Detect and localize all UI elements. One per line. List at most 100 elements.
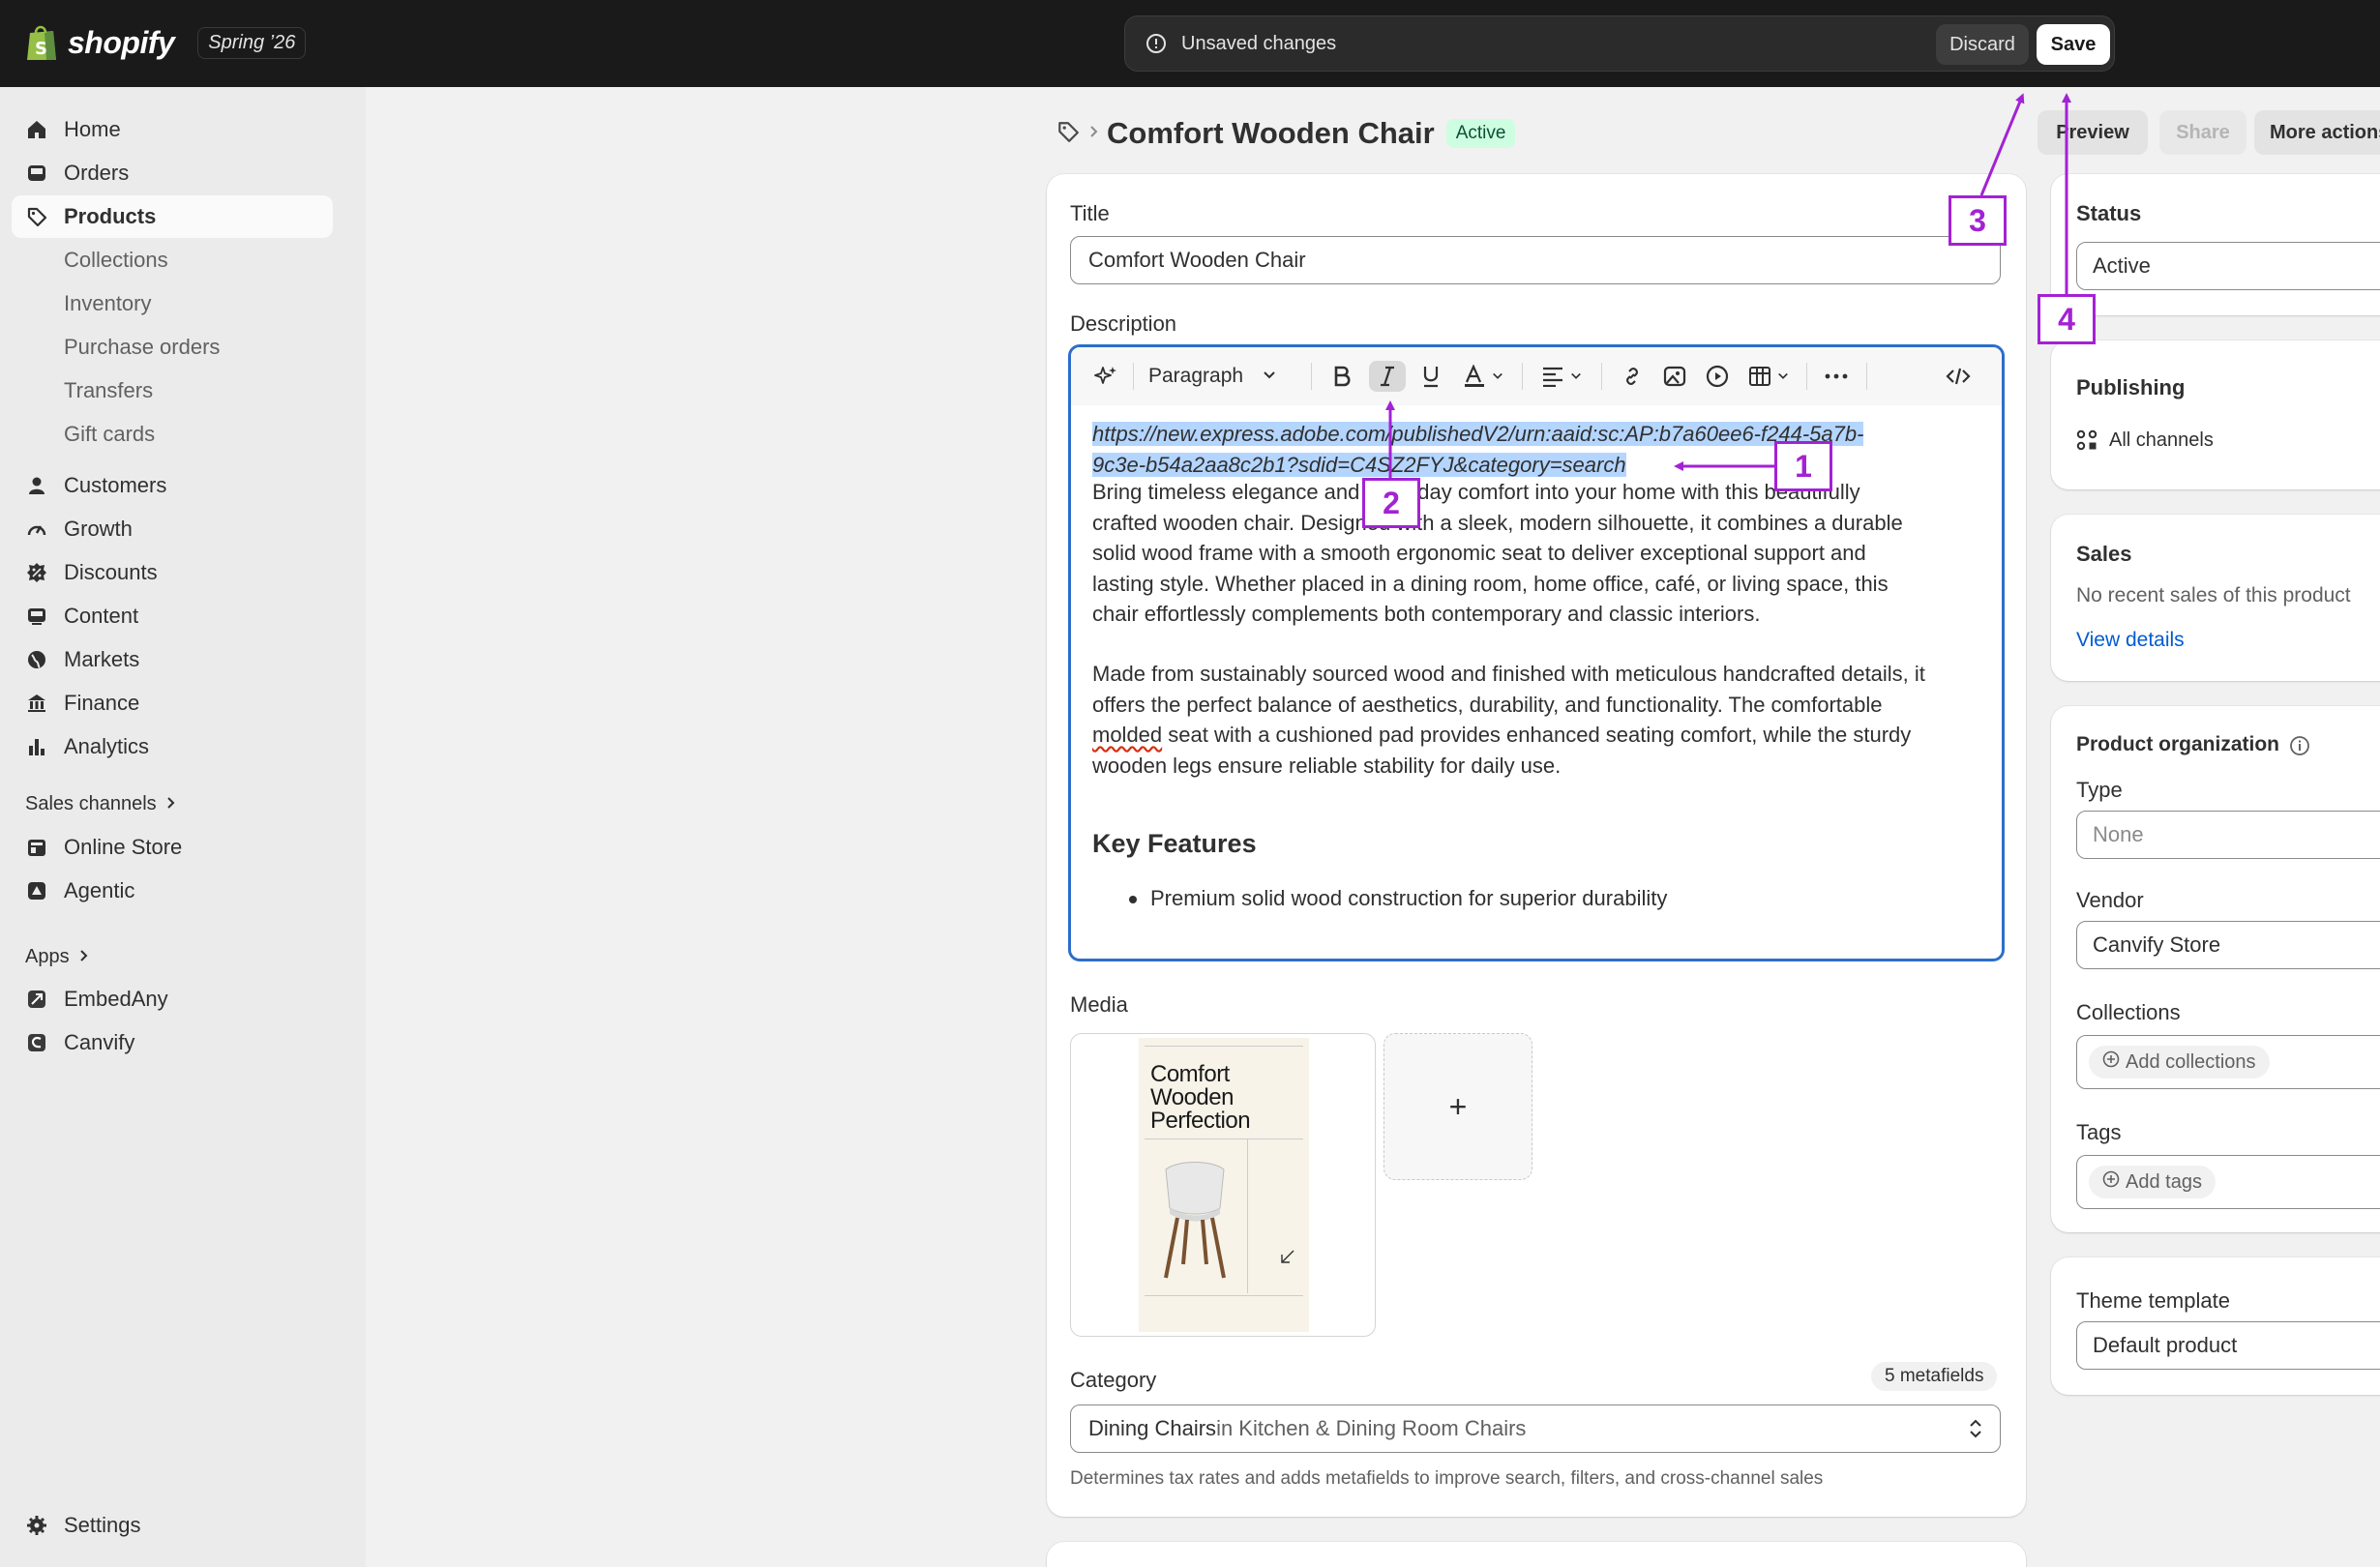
paragraph-label: Paragraph — [1148, 365, 1244, 387]
type-input[interactable]: None — [2076, 811, 2380, 859]
select-arrows-icon — [1969, 1418, 1982, 1445]
sidebar: Home Orders Products Collections Invento… — [0, 87, 366, 1567]
all-channels-text[interactable]: All channels — [2109, 429, 2214, 452]
collections-input[interactable]: Add collections — [2076, 1035, 2380, 1089]
sidebar-item-label: Customers — [64, 473, 167, 497]
svg-text:S: S — [35, 39, 47, 59]
text-color-dropdown[interactable] — [1458, 361, 1508, 392]
selected-link-text[interactable]: https://new.express.adobe.com/publishedV… — [1092, 419, 1982, 480]
bullet-text: Premium solid wood construction for supe… — [1150, 886, 1668, 910]
link-line-1[interactable]: https://new.express.adobe.com/publishedV… — [1092, 422, 1864, 446]
sidebar-item-purchase-orders[interactable]: Purchase orders — [12, 326, 333, 369]
category-value: Dining Chairs — [1088, 1416, 1217, 1440]
sidebar-item-label: Markets — [64, 647, 140, 671]
sidebar-item-label: Finance — [64, 691, 140, 715]
code-view-icon[interactable] — [1942, 361, 1975, 392]
underline-icon[interactable] — [1415, 361, 1446, 392]
more-horizontal-icon[interactable] — [1820, 361, 1853, 392]
sidebar-item-orders[interactable]: Orders — [12, 152, 333, 194]
add-collections-chip[interactable]: Add collections — [2089, 1046, 2270, 1079]
product-tag-icon[interactable] — [1056, 120, 1080, 148]
save-button[interactable]: Save — [2037, 24, 2110, 65]
tags-label: Tags — [2076, 1120, 2122, 1144]
editor-toolbar: Paragraph — [1071, 347, 2002, 405]
magic-sparkle-icon[interactable] — [1090, 361, 1121, 392]
sidebar-item-finance[interactable]: Finance — [12, 682, 333, 724]
shopify-bag-icon: S — [25, 23, 58, 62]
sidebar-item-settings[interactable]: Settings — [12, 1504, 333, 1547]
key-features-heading: Key Features — [1092, 829, 1257, 858]
sidebar-item-gift-cards[interactable]: Gift cards — [12, 413, 333, 456]
poster-title: Perfection — [1150, 1108, 1251, 1134]
sidebar-item-content[interactable]: Content — [12, 595, 333, 637]
table-dropdown[interactable] — [1742, 361, 1795, 392]
sidebar-item-embedany[interactable]: EmbedAny — [12, 978, 333, 1020]
sidebar-item-transfers[interactable]: Transfers — [12, 370, 333, 412]
add-media-button[interactable]: + — [1383, 1033, 1532, 1180]
info-icon[interactable] — [2289, 735, 2310, 761]
sidebar-item-label: Products — [64, 204, 157, 228]
theme-template-select[interactable]: Default product — [2076, 1321, 2380, 1370]
vendor-label: Vendor — [2076, 888, 2144, 912]
paragraph-line: crafted wooden chair. Designed with a sl… — [1092, 510, 1903, 535]
add-tags-chip[interactable]: Add tags — [2089, 1166, 2216, 1198]
preview-button[interactable]: Preview — [2038, 110, 2148, 155]
title-input[interactable]: Comfort Wooden Chair — [1070, 236, 2001, 284]
shopify-wordmark: shopify — [68, 24, 175, 60]
sidebar-item-growth[interactable]: Growth — [12, 508, 333, 550]
sidebar-item-label: Growth — [64, 517, 133, 541]
more-actions-button[interactable]: More actions — [2254, 110, 2380, 155]
sidebar-item-analytics[interactable]: Analytics — [12, 725, 333, 768]
sidebar-item-canvify[interactable]: Canvify — [12, 1021, 333, 1064]
tags-input[interactable]: Add tags — [2076, 1155, 2380, 1209]
link-icon[interactable] — [1617, 361, 1648, 392]
description-paragraph-2: Made from sustainably sourced wood and f… — [1092, 659, 1982, 781]
link-line-2[interactable]: 9c3e-b54a2aa8c2b1?sdid=C4SZ2FYJ&category… — [1092, 452, 1626, 477]
chevron-down-icon — [1263, 368, 1276, 385]
next-card — [1047, 1542, 2026, 1567]
sidebar-item-products[interactable]: Products — [12, 195, 333, 238]
discard-button[interactable]: Discard — [1936, 24, 2029, 65]
media-thumbnail[interactable]: Comfort Wooden Perfection — [1070, 1033, 1376, 1337]
vendor-input[interactable]: Canvify Store — [2076, 921, 2380, 969]
category-label: Category — [1070, 1368, 1157, 1392]
gauge-icon — [17, 518, 56, 540]
align-dropdown[interactable] — [1535, 361, 1588, 392]
italic-icon[interactable] — [1369, 361, 1406, 392]
share-button[interactable]: Share — [2159, 110, 2246, 155]
add-tags-text: Add tags — [2126, 1170, 2202, 1193]
bold-icon[interactable] — [1326, 361, 1357, 392]
discount-icon — [17, 562, 56, 583]
sidebar-item-inventory[interactable]: Inventory — [12, 282, 333, 325]
store-icon — [17, 837, 56, 858]
sales-channels-heading[interactable]: Sales channels — [25, 793, 176, 815]
paragraph-style-dropdown[interactable]: Paragraph — [1148, 361, 1294, 392]
page-title: Comfort Wooden Chair — [1107, 116, 1435, 150]
unsaved-changes-text: Unsaved changes — [1181, 33, 1337, 54]
sidebar-item-online-store[interactable]: Online Store — [12, 826, 333, 869]
sidebar-item-discounts[interactable]: Discounts — [12, 551, 333, 594]
metafields-badge[interactable]: 5 metafields — [1871, 1362, 1998, 1391]
sidebar-item-customers[interactable]: Customers — [12, 464, 333, 507]
view-details-link[interactable]: View details — [2076, 629, 2185, 652]
arrow-down-left-icon — [1281, 1250, 1294, 1263]
image-icon[interactable] — [1659, 361, 1690, 392]
embedany-icon — [17, 989, 56, 1010]
editor-content[interactable]: https://new.express.adobe.com/publishedV… — [1071, 405, 2002, 959]
shopify-logo[interactable]: S shopify Spring ’26 — [25, 23, 307, 62]
sidebar-item-agentic[interactable]: Agentic — [12, 870, 333, 912]
home-icon — [17, 119, 56, 140]
apps-heading[interactable]: Apps — [25, 946, 89, 968]
sidebar-item-home[interactable]: Home — [12, 108, 333, 151]
sidebar-item-markets[interactable]: Markets — [12, 638, 333, 681]
category-select[interactable]: Dining Chairs in Kitchen & Dining Room C… — [1070, 1404, 2001, 1453]
paragraph-line: Made from sustainably sourced wood and f… — [1092, 662, 1925, 686]
video-icon[interactable] — [1702, 361, 1733, 392]
sidebar-item-collections[interactable]: Collections — [12, 239, 333, 281]
chevron-right-icon — [164, 793, 176, 815]
paragraph-line: molded seat with a cushioned pad provide… — [1092, 720, 1982, 751]
description-editor[interactable]: Paragraph https://new.express.adobe.com/… — [1068, 344, 2005, 961]
status-select[interactable]: Active — [2076, 242, 2380, 290]
publishing-title: Publishing — [2076, 375, 2186, 399]
misspelled-word[interactable]: molded — [1092, 723, 1162, 747]
